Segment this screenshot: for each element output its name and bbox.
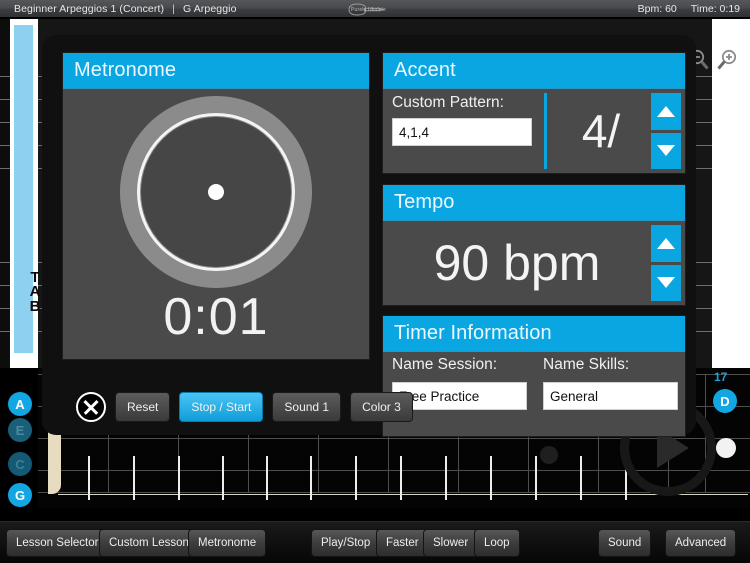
note-stem (490, 456, 492, 500)
triangle-up-icon (657, 237, 675, 249)
metronome-body[interactable]: 0:01 (63, 89, 369, 359)
note-stem (355, 456, 357, 500)
string-indicator-c[interactable]: C (8, 452, 32, 476)
lesson-title: Beginner Arpeggios 1 (Concert) (14, 2, 165, 15)
metronome-beat-dot (208, 184, 224, 200)
string-line (58, 494, 748, 495)
top-readouts: Bpm: 60 Time: 0:19 (638, 0, 740, 18)
accent-stepper (651, 89, 685, 173)
accent-panel-title: Accent (394, 59, 456, 81)
time-readout: Time: 0:19 (690, 3, 740, 15)
timer-information-panel: Timer Information Name Session: Free Pra… (382, 315, 686, 437)
accent-pattern-group: Custom Pattern: 4,1,4 (383, 89, 538, 173)
fret-number-label: 17 (714, 370, 728, 384)
target-note-label: D (720, 393, 730, 409)
accent-beat-value: 4/ (581, 105, 621, 157)
toolbar-play-stop[interactable]: Play/Stop (311, 529, 381, 557)
accent-body: Custom Pattern: 4,1,4 4/ (383, 89, 685, 173)
tempo-panel-title: Tempo (394, 191, 455, 213)
toolbar-metronome[interactable]: Metronome (188, 529, 267, 557)
target-note-indicator[interactable]: D (713, 389, 737, 413)
toolbar-loop[interactable]: Loop (474, 529, 520, 557)
timer-body: Name Session: Free Practice Name Skills:… (383, 352, 685, 436)
note-stem (133, 456, 135, 500)
lesson-title-group: Beginner Arpeggios 1 (Concert) | G Arpeg… (14, 3, 237, 15)
string-label: C (15, 456, 25, 472)
close-circle-icon[interactable] (76, 392, 106, 422)
color-select-button[interactable]: Color 3 (350, 392, 413, 422)
note-stem (310, 456, 312, 500)
string-indicator-a[interactable]: A (8, 392, 32, 416)
accent-decrement-button[interactable] (651, 132, 681, 169)
toolbar-advanced[interactable]: Advanced (665, 529, 737, 557)
logo-text: Purely Ukulele (351, 7, 387, 13)
title-separator: | (172, 2, 175, 15)
note-marker[interactable] (716, 438, 736, 458)
string-label: E (15, 422, 25, 438)
session-name-label: Name Session: (392, 356, 498, 373)
accent-divider (544, 93, 547, 169)
accent-panel: Accent Custom Pattern: 4,1,4 4/ (382, 52, 686, 174)
staff-right-margin (712, 19, 750, 368)
metronome-panel-header: Metronome (63, 53, 369, 89)
accent-increment-button[interactable] (651, 93, 681, 130)
bpm-readout: Bpm: 60 (637, 3, 677, 15)
triangle-up-icon (657, 105, 675, 117)
triangle-down-icon (657, 277, 675, 289)
string-indicator-g[interactable]: G (8, 483, 32, 507)
toolbar-faster[interactable]: Faster (376, 529, 429, 557)
tempo-value: 90 bpm (433, 235, 601, 291)
app-logo: Purely Ukulele (339, 3, 411, 16)
reset-button[interactable]: Reset (115, 392, 171, 422)
chord-title: G Arpeggio (182, 2, 237, 15)
metronome-elapsed-time: 0:01 (163, 288, 269, 346)
note-stem (88, 456, 90, 500)
note-stem (535, 456, 537, 500)
tempo-panel-header: Tempo (383, 185, 685, 221)
timer-panel-title: Timer Information (394, 322, 552, 344)
skills-name-input[interactable]: General (543, 382, 678, 410)
skills-name-label: Name Skills: (543, 356, 630, 373)
sound-select-button[interactable]: Sound 1 (272, 392, 342, 422)
toolbar-lesson-selector[interactable]: Lesson Selector (6, 529, 109, 557)
string-label: G (14, 487, 26, 503)
toolbar-slower[interactable]: Slower (423, 529, 479, 557)
fret-inlay (540, 446, 558, 464)
custom-pattern-label: Custom Pattern: (392, 94, 504, 111)
metronome-panel-title: Metronome (74, 59, 177, 81)
toolbar-custom-lesson[interactable]: Custom Lesson (99, 529, 199, 557)
custom-pattern-input[interactable]: 4,1,4 (392, 118, 532, 146)
triangle-down-icon (657, 145, 675, 157)
tab-clef-label: TAB (29, 269, 41, 315)
accent-panel-header: Accent (383, 53, 685, 89)
tempo-panel: Tempo 90 bpm (382, 184, 686, 306)
tempo-decrement-button[interactable] (651, 264, 681, 301)
fret-guide-line (38, 492, 750, 493)
top-status-bar: Beginner Arpeggios 1 (Concert) | G Arpeg… (0, 0, 750, 18)
note-stem (178, 456, 180, 500)
metronome-controls: Reset Stop / Start Sound 1 Color 3 (76, 392, 413, 422)
zoom-in-icon[interactable] (716, 49, 738, 71)
note-stem (266, 456, 268, 500)
string-indicator-e[interactable]: E (8, 418, 32, 442)
skills-name-group: Name Skills: General (534, 356, 685, 436)
tempo-stepper (651, 221, 685, 305)
note-stem (445, 456, 447, 500)
metronome-panel: Metronome 0:01 (62, 52, 370, 360)
tempo-body: 90 bpm (383, 221, 685, 305)
stop-start-button[interactable]: Stop / Start (179, 392, 264, 422)
string-label: A (15, 396, 25, 412)
app-root: Beginner Arpeggios 1 (Concert) | G Arpeg… (0, 0, 750, 563)
metronome-dial[interactable] (120, 96, 312, 288)
note-stem (580, 456, 582, 500)
tempo-increment-button[interactable] (651, 225, 681, 262)
toolbar-sound[interactable]: Sound (598, 529, 652, 557)
note-stem (222, 456, 224, 500)
timer-panel-header: Timer Information (383, 316, 685, 352)
bottom-toolbar: Lesson Selector Custom Lesson Metronome … (0, 521, 750, 563)
note-stem (400, 456, 402, 500)
